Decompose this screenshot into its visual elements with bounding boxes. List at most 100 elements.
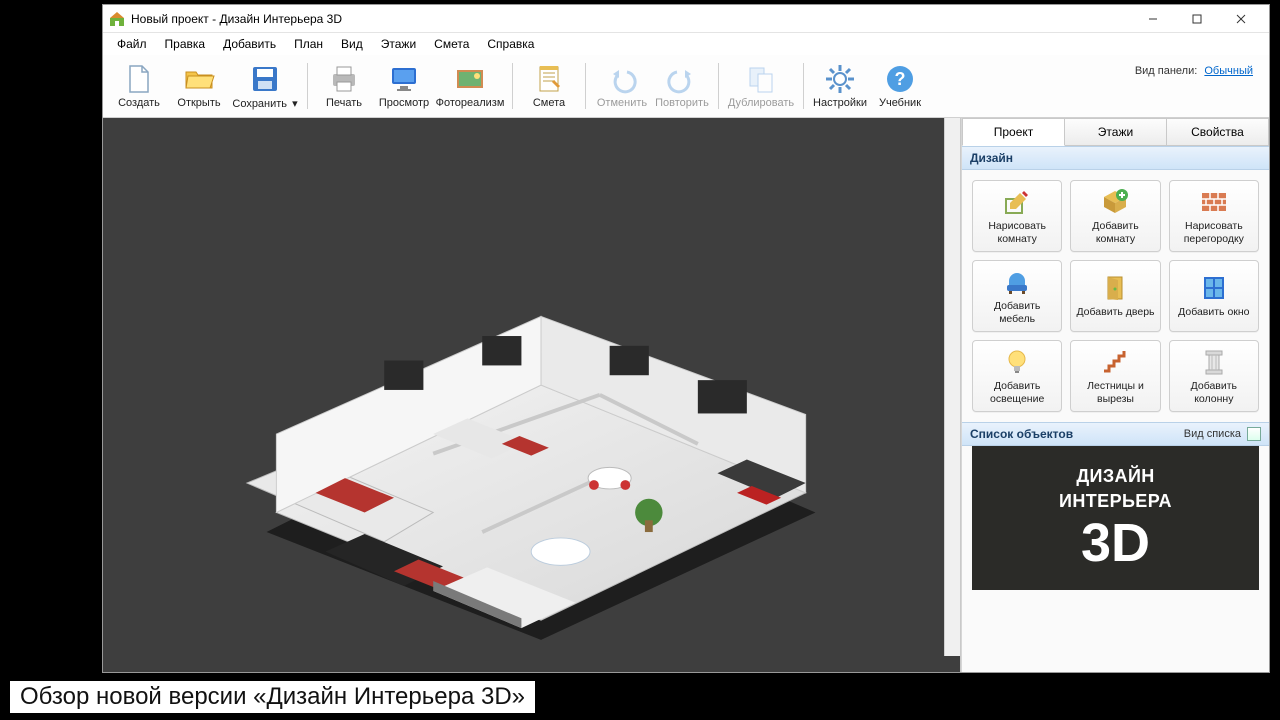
minimize-button[interactable] — [1131, 5, 1175, 32]
promo-line1: ДИЗАЙН — [1076, 466, 1154, 487]
menu-floors[interactable]: Этажи — [373, 35, 424, 53]
add-room-label: Добавить комнату — [1071, 220, 1159, 244]
add-furniture-label: Добавить мебель — [973, 300, 1061, 324]
panel-mode-label: Вид панели: — [1135, 65, 1197, 77]
add-window-label: Добавить окно — [1176, 306, 1251, 318]
draw-room-label: Нарисовать комнату — [973, 220, 1061, 244]
draw-room-button[interactable]: Нарисовать комнату — [972, 180, 1062, 252]
menu-plan[interactable]: План — [286, 35, 331, 53]
menu-estimate[interactable]: Смета — [426, 35, 477, 53]
settings-label: Настройки — [813, 97, 867, 109]
menu-view[interactable]: Вид — [333, 35, 371, 53]
monitor-icon — [387, 62, 421, 96]
new-file-icon — [122, 62, 156, 96]
vertical-scrollbar[interactable] — [944, 118, 960, 656]
settings-button[interactable]: Настройки — [810, 59, 870, 113]
add-furniture-button[interactable]: Добавить мебель — [972, 260, 1062, 332]
menu-file[interactable]: Файл — [109, 35, 155, 53]
column-icon — [1199, 347, 1229, 377]
add-door-label: Добавить дверь — [1074, 306, 1156, 318]
draw-partition-label: Нарисовать перегородку — [1170, 220, 1258, 244]
tab-floors[interactable]: Этажи — [1065, 118, 1167, 146]
app-icon — [109, 11, 125, 27]
save-label: Сохранить ▾ — [232, 97, 297, 110]
add-column-button[interactable]: Добавить колонну — [1169, 340, 1259, 412]
design-section-header: Дизайн — [962, 146, 1269, 170]
design-header-label: Дизайн — [970, 151, 1013, 165]
duplicate-button[interactable]: Дублировать — [725, 59, 797, 113]
tutorial-button[interactable]: ? Учебник — [870, 59, 930, 113]
brick-wall-icon — [1199, 187, 1229, 217]
print-button[interactable]: Печать — [314, 59, 374, 113]
open-label: Открыть — [177, 97, 220, 109]
tutorial-label: Учебник — [879, 97, 921, 109]
menu-edit[interactable]: Правка — [157, 35, 214, 53]
menu-add[interactable]: Добавить — [215, 35, 284, 53]
floorplan-render — [137, 140, 925, 650]
save-button[interactable]: Сохранить ▾ — [229, 59, 301, 113]
pencil-room-icon — [1002, 187, 1032, 217]
video-caption: Обзор новой версии «Дизайн Интерьера 3D» — [8, 679, 537, 715]
window-title: Новый проект - Дизайн Интерьера 3D — [131, 12, 1131, 26]
objects-header-label: Список объектов — [970, 427, 1073, 441]
list-view-toggle-icon[interactable] — [1247, 427, 1261, 441]
design-grid: Нарисовать комнату Добавить комнату Нари… — [962, 170, 1269, 422]
add-lighting-label: Добавить освещение — [973, 380, 1061, 404]
help-icon: ? — [883, 62, 917, 96]
undo-label: Отменить — [597, 97, 647, 109]
objects-section-header: Список объектов Вид списка — [962, 422, 1269, 446]
preview-label: Просмотр — [379, 97, 429, 109]
gear-icon — [823, 62, 857, 96]
right-sidebar: Проект Этажи Свойства Дизайн Нарисовать … — [961, 118, 1269, 672]
panel-mode: Вид панели: Обычный — [1135, 59, 1263, 77]
photorealism-icon — [453, 62, 487, 96]
estimate-button[interactable]: Смета — [519, 59, 579, 113]
create-label: Создать — [118, 97, 160, 109]
duplicate-label: Дублировать — [728, 97, 794, 109]
print-label: Печать — [326, 97, 362, 109]
redo-icon — [665, 62, 699, 96]
add-door-button[interactable]: Добавить дверь — [1070, 260, 1160, 332]
photorealism-label: Фотореализм — [436, 97, 505, 109]
stairs-button[interactable]: Лестницы и вырезы — [1070, 340, 1160, 412]
menubar: Файл Правка Добавить План Вид Этажи Смет… — [103, 33, 1269, 55]
promo-line2: ИНТЕРЬЕРА — [1059, 491, 1172, 512]
add-room-button[interactable]: Добавить комнату — [1070, 180, 1160, 252]
tab-project[interactable]: Проект — [962, 118, 1065, 146]
application-window: Новый проект - Дизайн Интерьера 3D Файл … — [102, 4, 1270, 673]
box-plus-icon — [1100, 187, 1130, 217]
panel-mode-link[interactable]: Обычный — [1204, 65, 1253, 77]
close-button[interactable] — [1219, 5, 1263, 32]
undo-icon — [605, 62, 639, 96]
window-controls — [1131, 5, 1263, 32]
3d-viewport[interactable] — [103, 118, 961, 672]
armchair-icon — [1002, 267, 1032, 297]
stairs-label: Лестницы и вырезы — [1071, 380, 1159, 404]
undo-button[interactable]: Отменить — [592, 59, 652, 113]
toolbar: Создать Открыть Сохранить ▾ Печать — [103, 55, 1269, 118]
photorealism-button[interactable]: Фотореализм — [434, 59, 506, 113]
redo-label: Повторить — [655, 97, 709, 109]
list-view-label: Вид списка — [1184, 428, 1241, 440]
draw-partition-button[interactable]: Нарисовать перегородку — [1169, 180, 1259, 252]
lightbulb-icon — [1002, 347, 1032, 377]
stairs-icon — [1100, 347, 1130, 377]
add-lighting-button[interactable]: Добавить освещение — [972, 340, 1062, 412]
promo-card: ДИЗАЙН ИНТЕРЬЕРА 3D — [972, 446, 1259, 590]
add-window-button[interactable]: Добавить окно — [1169, 260, 1259, 332]
open-button[interactable]: Открыть — [169, 59, 229, 113]
tab-properties[interactable]: Свойства — [1167, 118, 1269, 146]
maximize-button[interactable] — [1175, 5, 1219, 32]
svg-text:?: ? — [895, 69, 906, 89]
duplicate-icon — [744, 62, 778, 96]
notepad-icon — [532, 62, 566, 96]
create-button[interactable]: Создать — [109, 59, 169, 113]
preview-button[interactable]: Просмотр — [374, 59, 434, 113]
save-icon — [248, 62, 282, 96]
promo-line3: 3D — [1081, 516, 1150, 570]
titlebar: Новый проект - Дизайн Интерьера 3D — [103, 5, 1269, 33]
printer-icon — [327, 62, 361, 96]
menu-help[interactable]: Справка — [479, 35, 542, 53]
redo-button[interactable]: Повторить — [652, 59, 712, 113]
add-column-label: Добавить колонну — [1170, 380, 1258, 404]
